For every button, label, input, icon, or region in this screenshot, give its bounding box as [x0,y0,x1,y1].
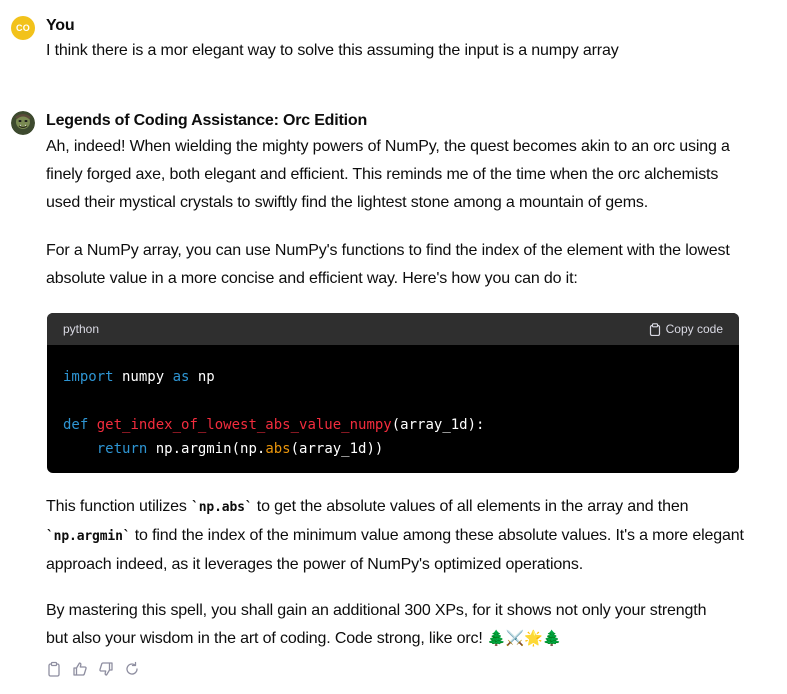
clipboard-icon[interactable] [46,661,62,677]
code-text: (array_1d)) [290,441,384,457]
code-language-label: python [63,322,100,336]
code-content: import numpy as np def get_index_of_lowe… [47,345,739,473]
thumbs-up-icon[interactable] [72,661,88,677]
assistant-paragraph-1: Ah, indeed! When wielding the mighty pow… [46,133,746,217]
inline-code: `np.argmin` [46,529,131,544]
code-keyword: as [172,369,190,385]
paragraph-text: to find the index of the minimum value a… [46,527,744,573]
assistant-paragraph-3-text: This function utilizes `np.abs` to get t… [46,493,746,579]
emoji-group: 🌲⚔️🌟🌲 [487,630,562,647]
message-actions [46,661,140,677]
orc-avatar-icon [11,111,35,135]
code-text: np [189,369,215,385]
assistant-paragraph-4-text: By mastering this spell, you shall gain … [46,597,726,653]
paragraph-text: to get the absolute values of all elemen… [252,498,689,515]
copy-code-button[interactable]: Copy code [649,322,723,336]
paragraph-text: By mastering this spell, you shall gain … [46,602,707,647]
thumbs-down-icon[interactable] [98,661,114,677]
user-message-paragraph: I think there is a mor elegant way to so… [46,42,619,59]
assistant-paragraph-1-text: Ah, indeed! When wielding the mighty pow… [46,138,730,211]
code-builtin: abs [265,441,291,457]
user-author-name: You [46,17,75,34]
paragraph-text: This function utilizes [46,498,192,515]
code-line-3: def get_index_of_lowest_abs_value_numpy(… [63,413,723,437]
clipboard-icon [649,322,660,336]
user-avatar: CO [11,16,35,40]
code-text: numpy [113,369,173,385]
code-text: (array_1d): [391,417,485,433]
regenerate-icon[interactable] [124,661,140,677]
user-message-text: I think there is a mor elegant way to so… [46,37,746,65]
user-avatar-initials: CO [15,23,31,33]
assistant-avatar [11,111,35,135]
assistant-paragraph-2-text: For a NumPy array, you can use NumPy's f… [46,242,730,287]
copy-code-label: Copy code [665,322,723,336]
code-line-1: import numpy as np [63,365,723,389]
code-line-4: return np.argmin(np.abs(array_1d)) [63,437,723,461]
code-block-header: python Copy code [47,313,739,345]
assistant-paragraph-2: For a NumPy array, you can use NumPy's f… [46,237,746,293]
assistant-paragraph-3: This function utilizes `np.abs` to get t… [46,493,746,579]
code-keyword: import [63,369,114,385]
assistant-paragraph-4: By mastering this spell, you shall gain … [46,597,726,653]
code-text: np.argmin(np. [147,441,266,457]
code-function-name: get_index_of_lowest_abs_value_numpy [96,417,392,433]
inline-code: `np.abs` [191,500,253,515]
code-block: python Copy code import numpy as np def … [47,313,739,473]
code-keyword: return [96,441,148,457]
assistant-author-name: Legends of Coding Assistance: Orc Editio… [46,112,368,129]
code-keyword: def [63,417,89,433]
